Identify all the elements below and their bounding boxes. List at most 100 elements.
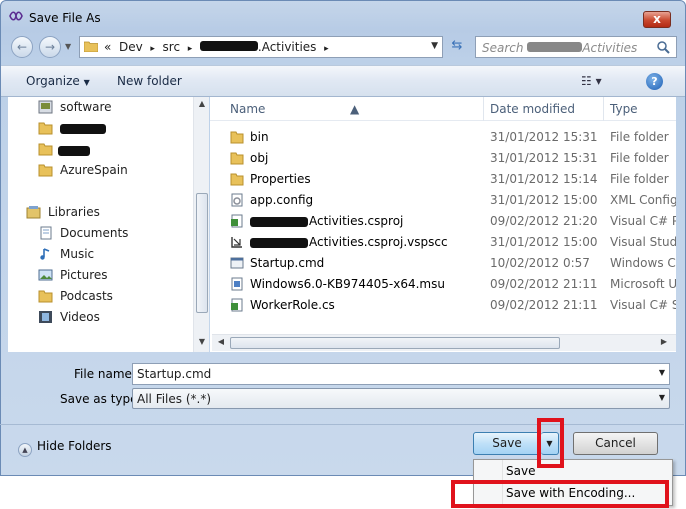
save-as-type-select[interactable]: All Files (*.*) ▼ <box>132 388 670 409</box>
file-type: Visual Studio <box>610 235 676 249</box>
search-placeholder-start: Search <box>482 41 524 55</box>
nav-item-label: software <box>60 100 112 114</box>
file-name: bin <box>250 130 269 144</box>
file-name: Activities.csproj <box>309 214 404 228</box>
organize-label[interactable]: Organize <box>26 74 80 88</box>
new-folder-button[interactable]: New folder <box>117 74 182 88</box>
scroll-thumb[interactable] <box>196 193 208 313</box>
navigation-pane[interactable]: software AzureSpain Libraries Documents … <box>8 97 208 352</box>
file-row[interactable]: Startup.cmd 10/02/2012 0:57 Windows Co <box>210 253 676 274</box>
address-bar[interactable]: « Dev ▸ src ▸ .Activities ▸ ▼ <box>79 36 443 58</box>
chevron-down-icon[interactable]: ▼ <box>659 368 665 377</box>
pictures-icon <box>38 269 53 281</box>
nav-item-label: Podcasts <box>60 289 113 303</box>
command-bar: Organize ▼ New folder ☷ ▾ ? <box>1 65 685 97</box>
chevron-down-icon[interactable]: ▼ <box>659 393 665 402</box>
back-button[interactable]: ← <box>11 36 33 58</box>
save-as-type-value[interactable]: All Files (*.*) <box>137 392 211 406</box>
window-title: Save File As <box>29 11 101 25</box>
file-type: File folder <box>610 151 669 165</box>
file-type: File folder <box>610 130 669 144</box>
recent-locations-dropdown[interactable]: ▼ <box>65 42 71 51</box>
change-view-icon[interactable]: ☷ ▾ <box>581 74 602 88</box>
column-header-row: ▲ Name Date modified Type <box>210 97 676 121</box>
column-divider[interactable] <box>483 97 484 121</box>
nav-item-label: Music <box>60 247 95 261</box>
highlight-dropdown-button <box>537 418 564 468</box>
folder-icon <box>38 122 53 135</box>
redaction-mark <box>250 217 308 227</box>
music-icon <box>40 248 50 260</box>
file-row[interactable]: Activities.csproj 09/02/2012 21:20 Visua… <box>210 211 676 232</box>
help-icon[interactable]: ? <box>646 73 663 90</box>
file-row[interactable]: Windows6.0-KB974405-x64.msu 09/02/2012 2… <box>210 274 676 295</box>
file-row[interactable]: WorkerRole.cs 09/02/2012 21:11 Visual C#… <box>210 295 676 316</box>
file-name: Activities.csproj.vspscc <box>309 235 448 249</box>
forward-button[interactable]: → <box>39 36 61 58</box>
file-date: 31/01/2012 15:00 <box>490 235 598 249</box>
file-name: WorkerRole.cs <box>250 298 335 312</box>
file-name-label: File name: <box>74 367 136 381</box>
breadcrumb-separator: ▸ <box>324 44 329 54</box>
file-row[interactable]: Activities.csproj.vspscc 31/01/2012 15:0… <box>210 232 676 253</box>
scroll-down-arrow[interactable]: ▼ <box>196 337 208 349</box>
file-name-field[interactable]: Startup.cmd ▼ <box>132 363 670 385</box>
column-header-type[interactable]: Type <box>610 102 638 116</box>
file-date: 31/01/2012 15:00 <box>490 193 598 207</box>
libraries-icon <box>26 206 41 219</box>
column-divider[interactable] <box>603 97 604 121</box>
column-header-name[interactable]: Name <box>230 102 265 116</box>
dialog-footer: File name: Startup.cmd ▼ Save as type: A… <box>0 352 684 476</box>
search-icon[interactable] <box>656 40 670 54</box>
breadcrumb-src[interactable]: src <box>163 40 181 54</box>
folder-icon <box>38 290 53 303</box>
close-button[interactable]: x <box>643 11 671 28</box>
hide-folders-button[interactable]: ▲ Hide Folders <box>18 439 112 457</box>
file-type: XML Configu <box>610 193 676 207</box>
file-row[interactable]: app.config 31/01/2012 15:00 XML Configu <box>210 190 676 211</box>
redaction-mark <box>527 42 583 52</box>
navigation-scrollbar[interactable]: ▲ ▼ <box>193 97 209 352</box>
save-button[interactable]: Save <box>473 432 541 455</box>
nav-item-label: Documents <box>60 226 129 240</box>
cs-file-icon <box>231 298 243 312</box>
cmd-file-icon <box>230 257 244 269</box>
app-icon <box>9 11 23 21</box>
file-row[interactable]: bin 31/01/2012 15:31 File folder <box>210 127 676 148</box>
file-type: Windows Co <box>610 256 676 270</box>
file-name: obj <box>250 151 269 165</box>
organize-menu[interactable]: Organize ▼ <box>26 74 90 88</box>
file-name: Windows6.0-KB974405-x64.msu <box>250 277 445 291</box>
search-input[interactable]: Search Activities <box>475 36 677 58</box>
file-name: app.config <box>250 193 314 207</box>
file-row[interactable]: Properties 31/01/2012 15:14 File folder <box>210 169 676 190</box>
scroll-right-arrow[interactable]: ▶ <box>658 337 670 349</box>
folder-icon <box>38 164 53 177</box>
breadcrumb-prefix[interactable]: « <box>104 40 111 54</box>
breadcrumb[interactable]: « Dev ▸ src ▸ .Activities ▸ <box>104 40 329 54</box>
redaction-mark <box>60 124 106 134</box>
menu-item-save[interactable]: Save <box>506 464 535 478</box>
search-placeholder: Search Activities <box>482 41 637 55</box>
scroll-left-arrow[interactable]: ◀ <box>215 337 227 349</box>
column-header-date[interactable]: Date modified <box>490 102 575 116</box>
refresh-icon[interactable]: ⇆ <box>447 38 467 56</box>
file-list-horizontal-scrollbar[interactable]: ◀ ▶ <box>212 334 676 351</box>
msu-file-icon <box>231 277 243 291</box>
scroll-up-arrow[interactable]: ▲ <box>196 99 208 111</box>
hide-folders-label[interactable]: Hide Folders <box>37 439 112 453</box>
file-name-value[interactable]: Startup.cmd <box>137 367 211 381</box>
file-row[interactable]: obj 31/01/2012 15:31 File folder <box>210 148 676 169</box>
folder-icon <box>230 131 244 144</box>
file-list[interactable]: ▲ Name Date modified Type bin 31/01/2012… <box>210 97 676 352</box>
redaction-mark <box>250 238 308 248</box>
breadcrumb-dev[interactable]: Dev <box>119 40 143 54</box>
file-date: 31/01/2012 15:14 <box>490 172 598 186</box>
scroll-thumb[interactable] <box>230 337 560 349</box>
file-date: 09/02/2012 21:20 <box>490 214 598 228</box>
nav-item-label: Pictures <box>60 268 108 282</box>
address-dropdown-arrow[interactable]: ▼ <box>431 41 438 51</box>
highlight-save-with-encoding <box>451 480 669 508</box>
breadcrumb-activities[interactable]: .Activities <box>258 40 317 54</box>
cancel-button[interactable]: Cancel <box>573 432 658 455</box>
